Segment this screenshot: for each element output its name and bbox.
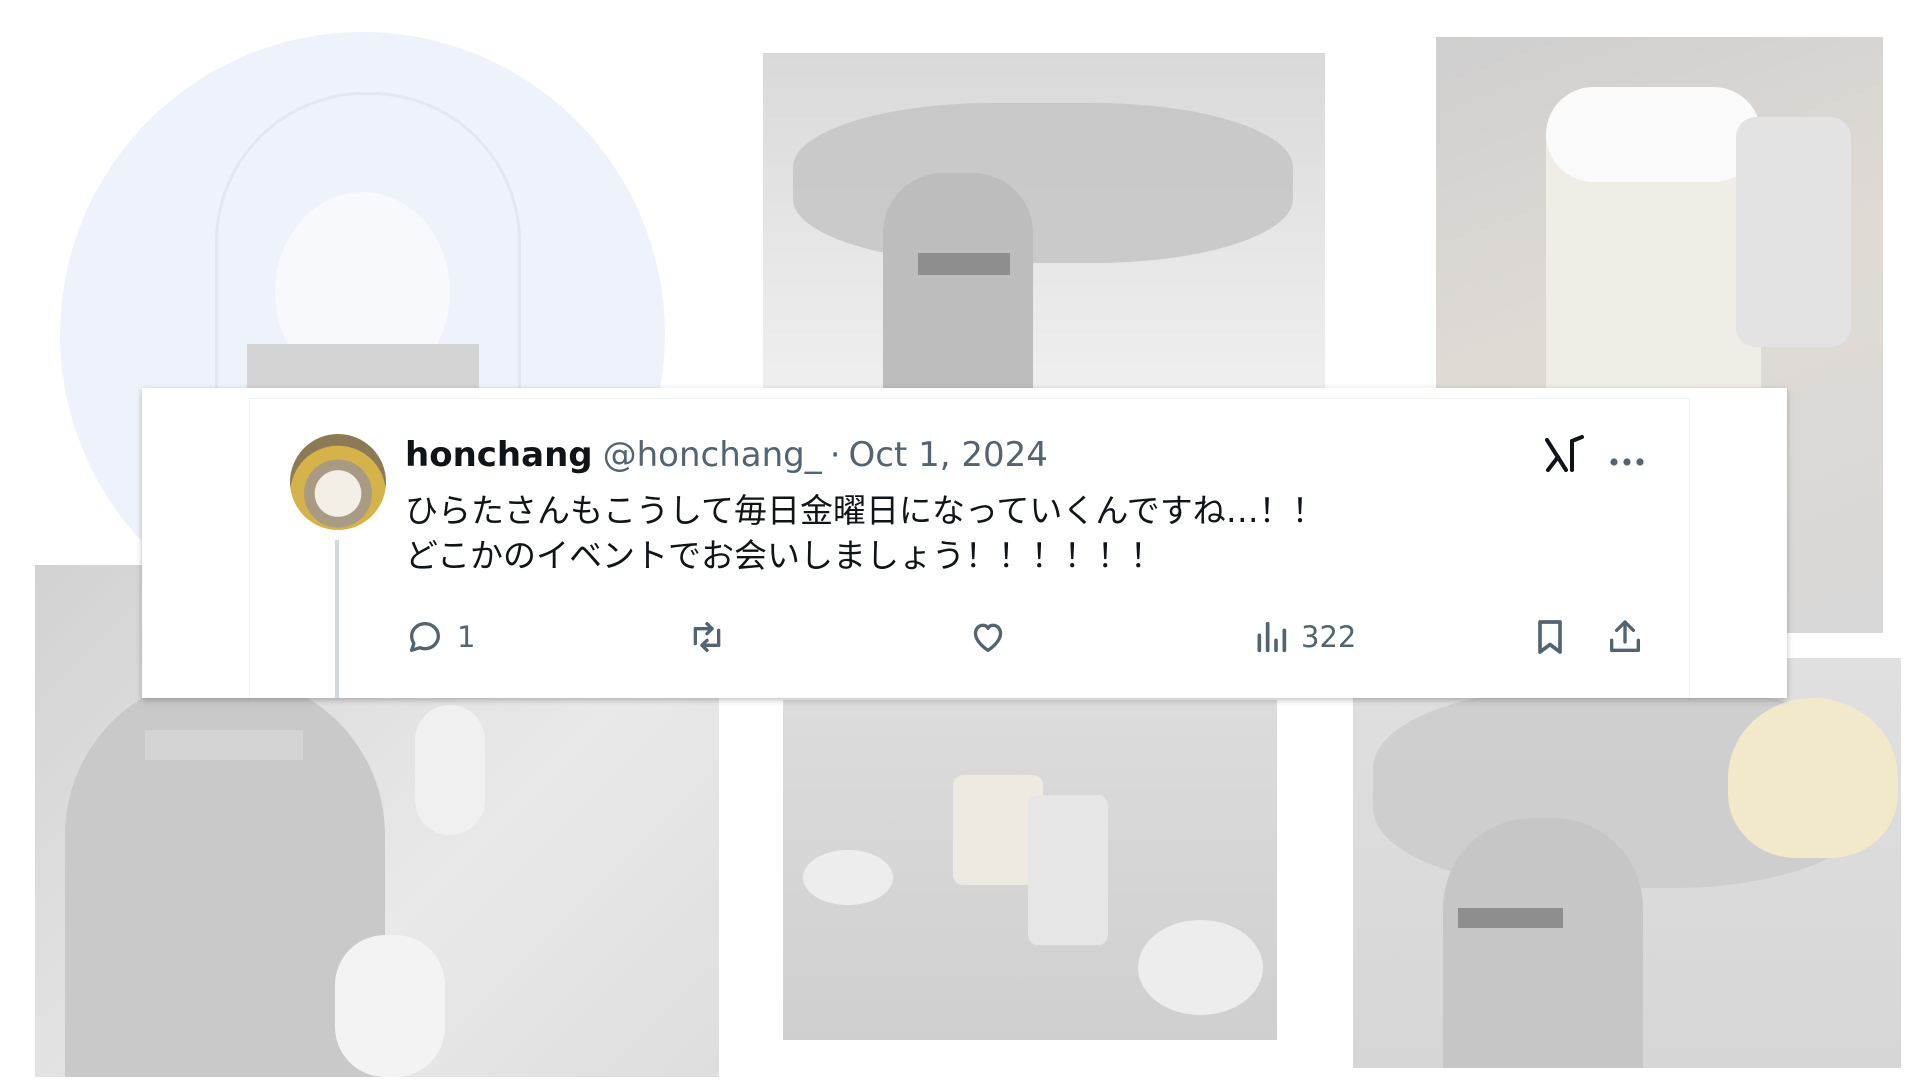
like-button[interactable] — [967, 615, 1021, 659]
retweet-button[interactable] — [685, 615, 741, 659]
more-options-icon[interactable] — [1609, 452, 1645, 466]
tweet-date[interactable]: Oct 1, 2024 — [849, 435, 1048, 475]
views-count: 322 — [1301, 620, 1357, 654]
reply-button[interactable]: 1 — [405, 615, 475, 659]
views-button[interactable]: 322 — [1253, 615, 1356, 659]
bookmark-icon — [1533, 617, 1567, 657]
share-button[interactable] — [1605, 615, 1645, 659]
background-group-photo — [763, 53, 1325, 393]
heart-icon — [967, 617, 1009, 657]
tweet-text-line: どこかのイベントでお会いしましょう！！！！！！ — [405, 536, 1164, 575]
user-handle[interactable]: @honchang_ — [603, 435, 822, 475]
background-toast-photo — [783, 700, 1277, 1040]
background-event-photo — [1353, 658, 1901, 1068]
tweet-header: honchang @honchang_ · Oct 1, 2024 — [405, 435, 1048, 479]
reply-icon — [405, 617, 445, 657]
censor-bar — [145, 730, 303, 760]
thread-line — [335, 540, 339, 698]
separator-dot: · — [829, 435, 841, 475]
censor-bar — [918, 253, 1010, 275]
display-name[interactable]: honchang — [405, 435, 593, 475]
censor-bar — [1458, 908, 1563, 928]
avatar[interactable] — [290, 434, 386, 530]
bar-chart-icon — [1253, 617, 1289, 657]
grok-icon[interactable] — [1544, 435, 1586, 475]
retweet-icon — [685, 617, 729, 657]
reply-count: 1 — [457, 620, 476, 654]
tweet-text-line: ひらたさんもこうして毎日金曜日になっていくんですね…！！ — [405, 491, 1325, 530]
upload-icon — [1605, 617, 1645, 657]
bookmark-button[interactable] — [1533, 615, 1567, 659]
tweet-text: ひらたさんもこうして毎日金曜日になっていくんですね…！！ どこかのイベントでお会… — [405, 488, 1585, 578]
censor-bar — [247, 344, 479, 388]
